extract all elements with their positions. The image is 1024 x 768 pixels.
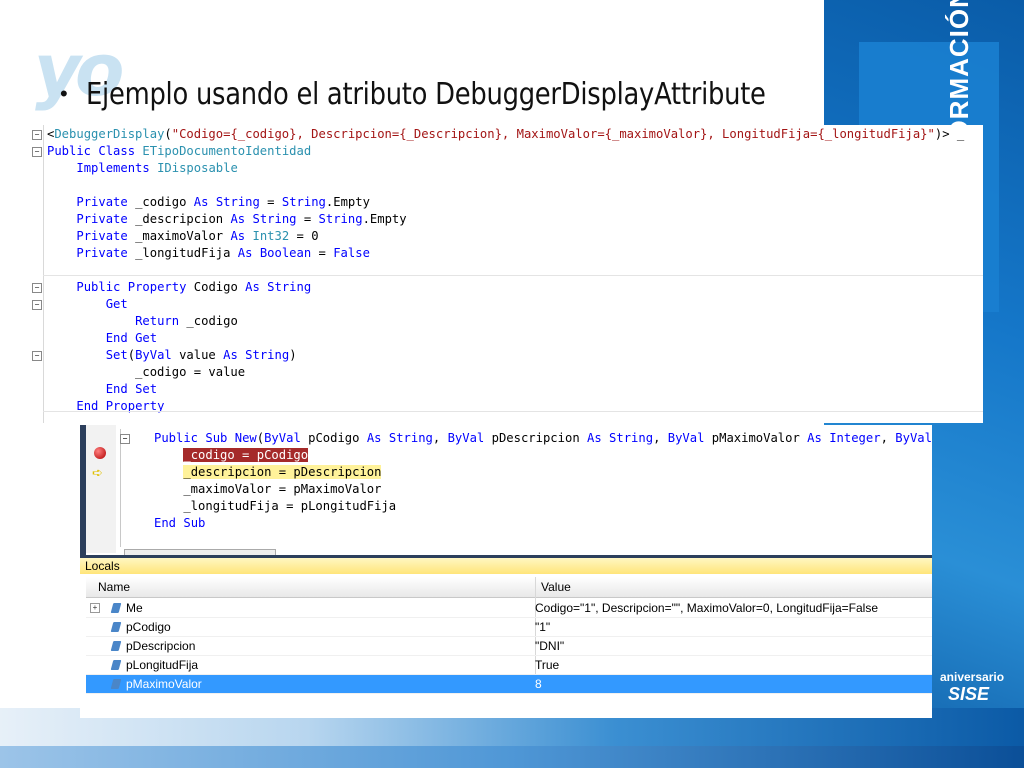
code-line: End Get — [105, 331, 158, 345]
code-line: Private _descripcion As String = String.… — [76, 212, 407, 226]
collapse-icon[interactable]: − — [32, 130, 42, 140]
code-line: <DebuggerDisplay("Codigo={_codigo}, Desc… — [47, 127, 965, 141]
variable-icon — [110, 679, 122, 689]
column-header-name[interactable]: Name — [98, 580, 130, 594]
locals-name: pMaximoValor — [126, 677, 202, 691]
locals-row[interactable]: pCodigo "1" — [86, 618, 932, 637]
locals-name: pLongitudFija — [126, 658, 199, 672]
locals-name: pCodigo — [126, 620, 171, 634]
column-header-value[interactable]: Value — [541, 580, 571, 594]
variable-icon — [110, 603, 122, 613]
locals-row[interactable]: pLongitudFija True — [86, 656, 932, 675]
ide-window: ➪ Public Sub New(ByVal pCodigo As String… — [80, 425, 932, 718]
ide-indicator-margin: ➪ — [86, 425, 116, 553]
collapse-icon[interactable]: − — [32, 351, 42, 361]
collapse-icon[interactable]: − — [32, 147, 42, 157]
locals-value[interactable]: "DNI" — [535, 637, 564, 655]
collapse-icon[interactable]: − — [32, 300, 42, 310]
slide-title: Ejemplo usando el atributo DebuggerDispl… — [85, 76, 766, 112]
code-separator — [43, 274, 983, 276]
code-line: Get — [105, 297, 128, 311]
code-line: Private _longitudFija As Boolean = False — [76, 246, 370, 260]
locals-row[interactable]: pDescripcion "DNI" — [86, 637, 932, 656]
code-separator — [43, 410, 983, 412]
anniversary-label: aniversario — [940, 670, 1005, 684]
slide-title-row: • Ejemplo usando el atributo DebuggerDis… — [60, 72, 876, 116]
anniversary-logo: aniversario SISE — [940, 670, 1020, 705]
current-line-arrow-icon: ➪ — [92, 465, 103, 480]
locals-row[interactable]: pMaximoValor 8 — [86, 675, 932, 694]
editor-line[interactable]: _codigo = pCodigo — [154, 447, 309, 464]
code-line: Public Property Codigo As String — [76, 280, 312, 294]
variable-icon — [110, 660, 122, 670]
collapse-icon[interactable]: − — [32, 283, 42, 293]
locals-row[interactable]: + Me Codigo="1", Descripcion="", MaximoVal… — [86, 599, 932, 618]
editor-line[interactable]: _maximoValor = pMaximoValor — [154, 481, 381, 498]
locals-name: Me — [126, 601, 143, 615]
locals-title: Locals — [80, 558, 932, 574]
bullet-icon: • — [60, 81, 68, 106]
editor-line[interactable]: _longitudFija = pLongitudFija — [154, 498, 396, 515]
collapse-icon[interactable]: − — [120, 434, 130, 444]
locals-name: pDescripcion — [126, 639, 196, 653]
code-line: Implements IDisposable — [76, 161, 238, 175]
locals-rows: + Me Codigo="1", Descripcion="", MaximoVal… — [86, 599, 932, 694]
breakpoint-icon[interactable] — [94, 447, 106, 459]
ide-code-editor[interactable]: Public Sub New(ByVal pCodigo As String, … — [120, 425, 932, 553]
code-line: End Property — [76, 399, 165, 413]
code-line: Set(ByVal value As String) — [105, 348, 297, 362]
code-line: End Set — [105, 382, 158, 396]
expand-icon[interactable]: + — [90, 603, 100, 613]
code-line: Private _maximoValor As Int32 = 0 — [76, 229, 319, 243]
code-line: _codigo = value — [47, 365, 246, 379]
variable-icon — [110, 622, 122, 632]
locals-value[interactable]: "1" — [535, 618, 550, 636]
locals-window: Locals Name Value + Me Codigo="1", Descrip… — [80, 555, 932, 718]
code-line: Public Class ETipoDocumentoIdentidad — [47, 144, 312, 158]
editor-line[interactable]: End Sub — [154, 515, 205, 532]
code-snippet: <DebuggerDisplay("Codigo={_codigo}, Desc… — [32, 125, 983, 423]
code-line: Private _codigo As String = String.Empty — [76, 195, 370, 209]
locals-value[interactable]: 8 — [535, 675, 542, 693]
anniversary-brand: SISE — [948, 684, 990, 704]
bottom-wave-stripe — [0, 746, 1024, 768]
code-line: Return _codigo — [135, 314, 238, 328]
locals-value[interactable]: Codigo="1", Descripcion="", MaximoValor=… — [535, 599, 878, 617]
locals-value[interactable]: True — [535, 656, 559, 674]
variable-icon — [110, 641, 122, 651]
editor-line[interactable]: Public Sub New(ByVal pCodigo As String, … — [154, 430, 932, 447]
editor-line[interactable]: _descripcion = pDescripcion — [154, 464, 382, 481]
locals-header: Name Value — [86, 577, 932, 598]
